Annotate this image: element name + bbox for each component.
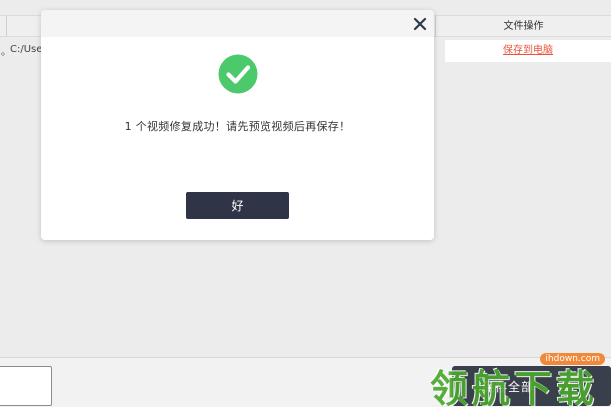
- save-cell: 保存到电脑: [445, 40, 611, 62]
- save-to-computer-link[interactable]: 保存到电脑: [445, 40, 611, 62]
- ok-button[interactable]: 好: [186, 192, 289, 219]
- app-window: 文件操作 。 C:/Use 保存到电脑 保存全部 1 个视频修复成功！请先预览视…: [0, 0, 611, 407]
- dialog-message: 1 个视频修复成功！请先预览视频后再保存！: [124, 120, 351, 133]
- column-divider: [6, 16, 7, 37]
- footer-left-button[interactable]: [0, 366, 52, 406]
- column-header-file-operations: 文件操作: [503, 21, 544, 32]
- file-path: C:/Use: [10, 44, 43, 55]
- dialog-titlebar: [41, 10, 434, 37]
- success-check-icon: [218, 54, 258, 94]
- save-all-button[interactable]: 保存全部: [452, 366, 611, 406]
- close-icon[interactable]: [412, 16, 428, 32]
- success-dialog: 1 个视频修复成功！请先预览视频后再保存！ 好: [41, 10, 434, 240]
- footer-bar: 保存全部: [0, 357, 611, 407]
